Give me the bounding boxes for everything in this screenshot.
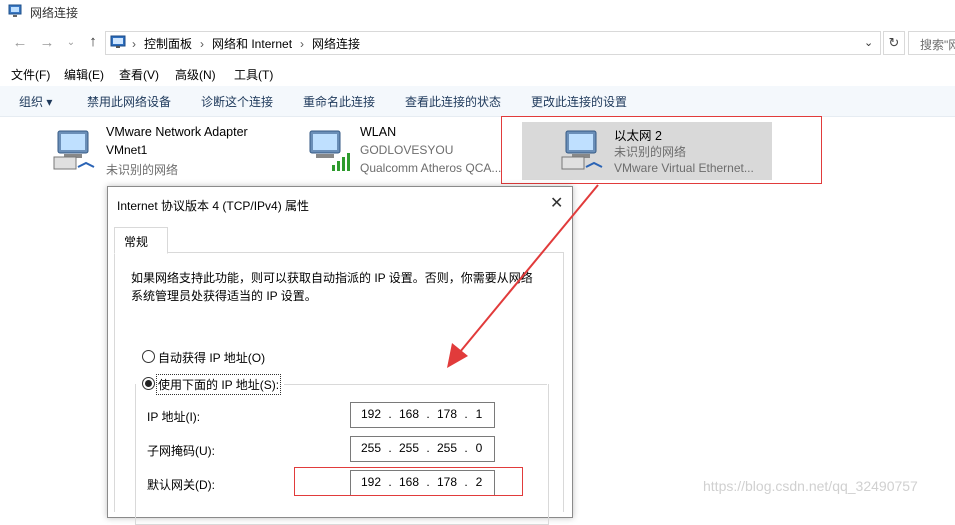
tab-label: 常规 bbox=[124, 235, 149, 249]
disable-device-button[interactable]: 禁用此网络设备 bbox=[87, 93, 171, 110]
adapter-device: Qualcomm Atheros QCA... bbox=[360, 161, 502, 175]
breadcrumb: › 控制面板 › 网络和 Internet › 网络连接 bbox=[132, 35, 360, 52]
menu-view[interactable]: 查看(V) bbox=[119, 66, 159, 83]
radio-manual-ip[interactable] bbox=[142, 377, 155, 390]
subnet-mask-label: 子网掩码(U): bbox=[147, 444, 215, 458]
menu-tools[interactable]: 工具(T) bbox=[234, 66, 273, 83]
radio-manual-ip-label[interactable]: 使用下面的 IP 地址(S): bbox=[155, 374, 282, 395]
organize-button[interactable]: 组织 ▾ bbox=[19, 93, 52, 110]
octet-1: 255 bbox=[360, 441, 382, 455]
ip-address-label: IP 地址(I): bbox=[147, 410, 201, 424]
adapter-device: VMnet1 bbox=[106, 143, 148, 157]
view-status-button[interactable]: 查看此连接的状态 bbox=[405, 93, 501, 110]
radio-auto-ip-label[interactable]: 自动获得 IP 地址(O) bbox=[158, 349, 265, 366]
octet-4: 1 bbox=[475, 407, 483, 421]
groupbox-top-border bbox=[284, 384, 547, 385]
menu-advanced[interactable]: 高级(N) bbox=[175, 66, 216, 83]
adapter-vmnet1[interactable]: VMware Network Adapter VMnet1 未识别的网络 bbox=[52, 125, 292, 179]
network-adapter-icon bbox=[53, 130, 95, 170]
subnet-mask-input[interactable]: 255 . 255 . 255 . 0 bbox=[350, 436, 495, 462]
octet-1: 192 bbox=[360, 407, 382, 421]
octet-3: 178 bbox=[436, 407, 458, 421]
octet-2: 168 bbox=[398, 407, 420, 421]
back-arrow-icon[interactable]: ← bbox=[11, 34, 29, 52]
annotation-box-adapter bbox=[501, 116, 822, 184]
search-placeholder: 搜索"网 bbox=[920, 38, 955, 52]
menu-bar: 文件(F) 编辑(E) 查看(V) 高级(N) 工具(T) bbox=[0, 62, 955, 84]
breadcrumb-chevron-icon: › bbox=[200, 37, 205, 51]
watermark: https://blog.csdn.net/qq_32490757 bbox=[703, 478, 918, 494]
octet-dot: . bbox=[426, 441, 430, 455]
forward-arrow-icon[interactable]: → bbox=[38, 34, 56, 52]
breadcrumb-control-panel[interactable]: 控制面板 bbox=[144, 37, 192, 51]
rename-button[interactable]: 重命名此连接 bbox=[303, 93, 375, 110]
breadcrumb-chevron-icon: › bbox=[300, 37, 305, 51]
dialog-description: 如果网络支持此功能，则可以获取自动指派的 IP 设置。否则，你需要从网络系统管理… bbox=[131, 271, 533, 303]
up-arrow-icon[interactable]: ↑ bbox=[84, 33, 102, 51]
octet-dot: . bbox=[388, 407, 392, 421]
adapter-ssid: GODLOVESYOU bbox=[360, 143, 454, 157]
dialog-title: Internet 协议版本 4 (TCP/IPv4) 属性 bbox=[117, 199, 310, 213]
command-bar: 组织 ▾ 禁用此网络设备 诊断这个连接 重命名此连接 查看此连接的状态 更改此连… bbox=[0, 86, 955, 117]
annotation-box-gateway bbox=[294, 467, 523, 496]
octet-2: 255 bbox=[398, 441, 420, 455]
octet-dot: . bbox=[388, 441, 392, 455]
address-bar[interactable]: › 控制面板 › 网络和 Internet › 网络连接 bbox=[105, 31, 881, 55]
octet-4: 0 bbox=[475, 441, 483, 455]
tab-general[interactable]: 常规 bbox=[114, 227, 168, 254]
network-connections-icon bbox=[8, 4, 22, 17]
recent-chevron-down-icon[interactable]: ⌄ bbox=[62, 34, 80, 52]
menu-file[interactable]: 文件(F) bbox=[11, 66, 50, 83]
adapter-name: WLAN bbox=[360, 125, 397, 139]
default-gateway-label: 默认网关(D): bbox=[147, 478, 215, 492]
title-bar: 网络连接 bbox=[0, 0, 955, 24]
wifi-adapter-icon bbox=[309, 130, 350, 171]
diagnose-button[interactable]: 诊断这个连接 bbox=[201, 93, 273, 110]
octet-3: 255 bbox=[436, 441, 458, 455]
breadcrumb-chevron-icon: › bbox=[132, 37, 136, 51]
breadcrumb-network-connections[interactable]: 网络连接 bbox=[312, 37, 360, 51]
refresh-icon[interactable]: ↻ bbox=[883, 31, 905, 55]
address-dropdown-icon[interactable]: ⌄ bbox=[864, 36, 873, 49]
window-title: 网络连接 bbox=[30, 6, 79, 20]
adapter-name: VMware Network Adapter bbox=[106, 125, 248, 139]
control-panel-icon bbox=[110, 35, 126, 48]
close-icon[interactable]: ✕ bbox=[550, 193, 563, 213]
adapter-status: 未识别的网络 bbox=[106, 163, 179, 177]
tab-divider bbox=[114, 252, 564, 253]
breadcrumb-network-internet[interactable]: 网络和 Internet bbox=[212, 37, 292, 51]
radio-auto-ip[interactable] bbox=[142, 350, 155, 363]
ip-address-input[interactable]: 192 . 168 . 178 . 1 bbox=[350, 402, 495, 428]
change-settings-button[interactable]: 更改此连接的设置 bbox=[531, 93, 627, 110]
adapter-wlan[interactable]: WLAN GODLOVESYOU Qualcomm Atheros QCA... bbox=[306, 125, 516, 179]
search-input[interactable]: 搜索"网 bbox=[908, 31, 955, 55]
octet-dot: . bbox=[426, 407, 430, 421]
menu-edit[interactable]: 编辑(E) bbox=[64, 66, 104, 83]
